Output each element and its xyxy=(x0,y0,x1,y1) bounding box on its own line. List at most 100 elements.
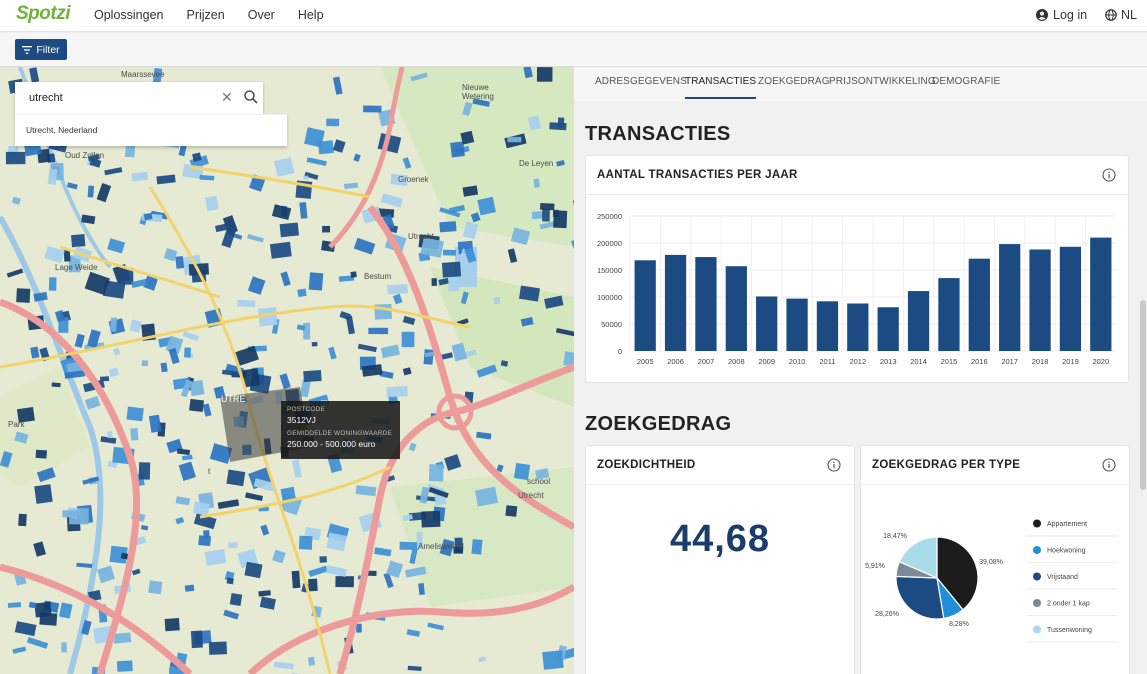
map-label: Utrecht xyxy=(518,491,544,500)
map-building-block xyxy=(148,580,163,595)
bar-2009[interactable] xyxy=(756,296,778,351)
nav-item-over[interactable]: Over xyxy=(248,8,275,22)
x-tick-label: 2016 xyxy=(971,357,988,366)
legend-label[interactable]: Vrijstaand xyxy=(1047,574,1078,581)
pie-slice-2[interactable] xyxy=(895,575,945,620)
map-building-block xyxy=(401,331,415,348)
bar-2012[interactable] xyxy=(847,303,869,351)
map-building-block xyxy=(540,203,555,211)
map-label: Amelisweerd xyxy=(418,542,464,551)
y-tick-label: 50000 xyxy=(601,320,622,329)
bar-2010[interactable] xyxy=(786,298,808,351)
map-label: Maarssevee xyxy=(121,70,165,79)
x-tick-label: 2010 xyxy=(789,357,806,366)
tab-demografie[interactable]: DEMOGRAFIE xyxy=(932,76,1000,87)
filter-button[interactable]: Filter xyxy=(15,39,67,60)
filter-label: Filter xyxy=(36,43,60,56)
bar-2013[interactable] xyxy=(877,307,899,351)
map-building-block xyxy=(193,501,210,516)
close-icon[interactable]: ✕ xyxy=(221,89,233,106)
bar-2020[interactable] xyxy=(1090,237,1112,351)
legend-label[interactable]: 2 onder 1 kap xyxy=(1047,601,1090,608)
user-icon xyxy=(1036,9,1048,21)
bar-2014[interactable] xyxy=(907,291,930,351)
map-label: Nieuwe Wetering xyxy=(462,83,494,101)
transactions-card: AANTAL TRANSACTIES PER JAAR 0 50000 100000… xyxy=(585,155,1129,383)
transactions-bar-chart: 0 50000 100000 150000 200000 250000 2005 2006 20… xyxy=(597,212,1116,366)
info-icon[interactable] xyxy=(827,458,841,472)
map-building-block xyxy=(184,347,191,358)
card-title: AANTAL TRANSACTIES PER JAAR xyxy=(597,169,798,181)
map-building-block xyxy=(160,362,168,373)
bar-2011[interactable] xyxy=(816,301,839,351)
panel-scrollbar[interactable] xyxy=(1140,300,1146,490)
x-tick-label: 2013 xyxy=(880,357,897,366)
legend-label[interactable]: Appartement xyxy=(1047,521,1087,528)
map-building-block xyxy=(448,276,460,292)
info-icon[interactable] xyxy=(1102,458,1116,472)
map-building-block xyxy=(387,284,408,295)
nav-item-help[interactable]: Help xyxy=(298,8,324,22)
tooltip-postcode-value: 3512VJ xyxy=(287,415,316,425)
top-navigation-bar: Spotzi Oplossingen Prijzen Over Help Log… xyxy=(0,0,1147,32)
tab-prijsontwikkeling[interactable]: PRIJSONTWIKKELING xyxy=(829,76,936,87)
bar-2015[interactable] xyxy=(938,278,960,351)
bar-2019[interactable] xyxy=(1059,246,1082,351)
bar-2016[interactable] xyxy=(968,258,990,351)
search-icon[interactable] xyxy=(243,89,259,105)
map-building-block xyxy=(303,175,309,180)
card-header: ZOEKGEDRAG PER TYPE xyxy=(861,446,1129,485)
map-search[interactable]: utrecht ✕ xyxy=(15,82,263,114)
map-building-block xyxy=(326,118,340,127)
map-building-block xyxy=(110,317,118,332)
legend-label[interactable]: Hoekwoning xyxy=(1047,548,1086,555)
x-tick-label: 2012 xyxy=(849,357,866,366)
map-building-block xyxy=(39,612,58,626)
map-building-block xyxy=(431,278,437,286)
map-building-block xyxy=(141,360,149,367)
legend-label[interactable]: Tussenwoning xyxy=(1047,627,1092,634)
map-label: Groenek xyxy=(398,175,429,184)
y-tick-label: 100000 xyxy=(597,293,622,302)
spotzi-logo[interactable]: Spotzi xyxy=(16,3,71,25)
legend-swatch xyxy=(1033,546,1041,554)
tab-adresgegevens[interactable]: ADRESGEGEVENS xyxy=(595,76,687,87)
search-input[interactable]: utrecht xyxy=(29,92,63,104)
pie-value-label: 8,28% xyxy=(949,621,969,628)
map-building-block xyxy=(311,341,318,347)
map-building-block xyxy=(130,428,139,441)
language-selector[interactable]: NL xyxy=(1105,8,1137,22)
map-building-block xyxy=(138,462,151,480)
x-tick-label: 2007 xyxy=(698,357,715,366)
search-suggestion[interactable]: Utrecht, Nederland xyxy=(15,114,287,146)
tab-transacties[interactable]: TRANSACTIES xyxy=(685,76,757,99)
map-building-block xyxy=(87,185,95,198)
tab-zoekgedrag[interactable]: ZOEKGEDRAG xyxy=(758,76,830,87)
map-building-block xyxy=(51,382,61,388)
bar-2005[interactable] xyxy=(634,260,656,351)
map-building-block xyxy=(505,505,518,517)
login-button[interactable]: Log in xyxy=(1036,8,1087,22)
bar-2006[interactable] xyxy=(664,254,687,351)
globe-icon xyxy=(1105,9,1117,21)
nav-item-oplossingen[interactable]: Oplossingen xyxy=(94,8,164,22)
map-label: Lage Weide xyxy=(55,263,98,272)
info-icon[interactable] xyxy=(1102,168,1116,182)
map-building-block xyxy=(205,195,219,212)
nav-item-prijzen[interactable]: Prijzen xyxy=(187,8,225,22)
bar-2007[interactable] xyxy=(695,257,717,351)
map-building-block xyxy=(203,530,210,538)
bar-2008[interactable] xyxy=(725,266,747,351)
bar-2017[interactable] xyxy=(999,244,1021,351)
map-building-block xyxy=(428,464,444,482)
map-building-block xyxy=(175,255,185,269)
map-building-block xyxy=(442,249,456,256)
map-building-block xyxy=(308,578,318,592)
login-label: Log in xyxy=(1053,8,1088,22)
map-building-block xyxy=(507,136,522,143)
map-view[interactable]: Maarssevee Nieuwe Wetering Oud Zuilen La… xyxy=(0,67,574,674)
map-building-block xyxy=(62,510,81,518)
bar-2018[interactable] xyxy=(1029,249,1051,351)
map-building-block xyxy=(536,67,553,82)
map-building-block xyxy=(368,327,389,335)
